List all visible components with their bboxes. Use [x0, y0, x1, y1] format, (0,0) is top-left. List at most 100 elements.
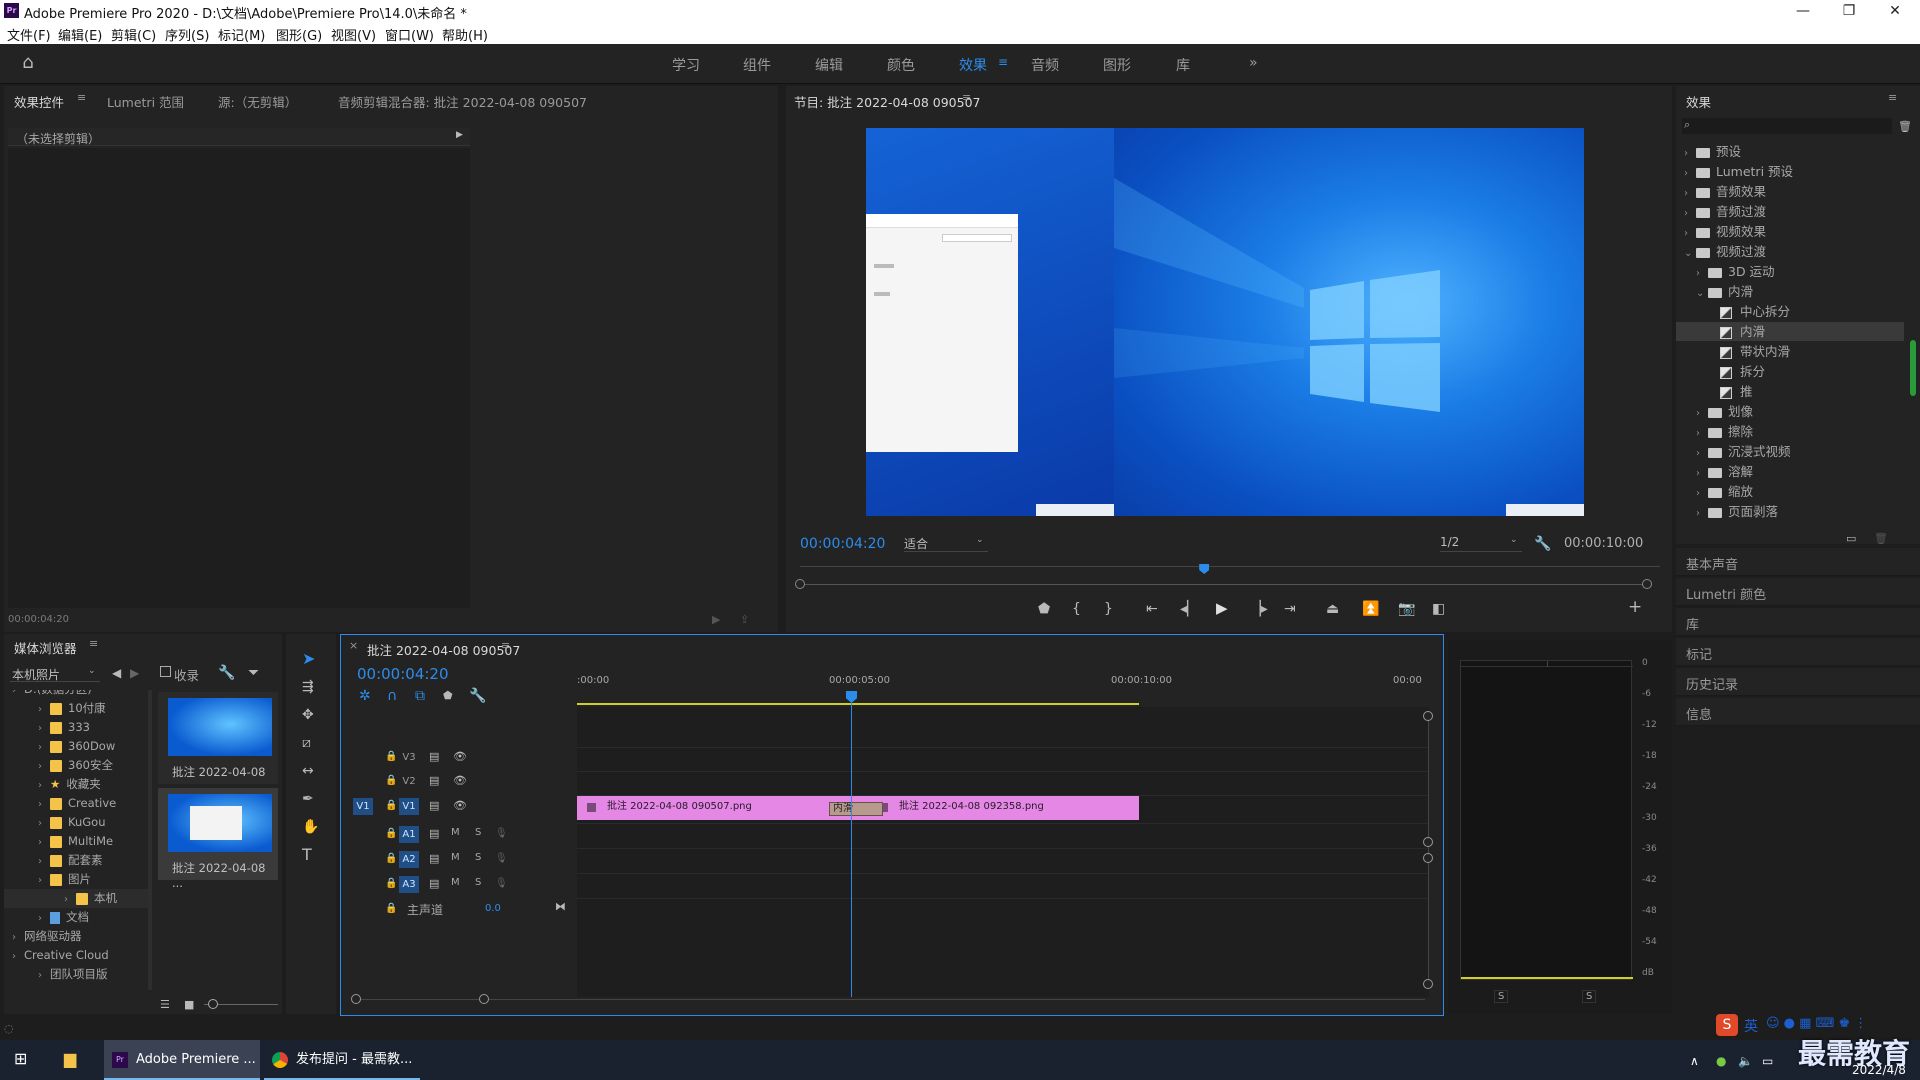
meter-solo-right[interactable]: S	[1582, 990, 1597, 1003]
eye-icon[interactable]: 👁	[453, 774, 467, 788]
network-icon[interactable]: ▭	[1762, 1054, 1773, 1068]
chevron-right-icon[interactable]: ›	[38, 776, 50, 795]
workspace-assembly[interactable]: 组件	[743, 55, 771, 75]
vscroll-handle-bottom[interactable]	[1423, 979, 1433, 989]
effects-item-3[interactable]: › 音频过渡	[1676, 202, 1904, 221]
menu-file[interactable]: 文件(F)	[7, 25, 51, 44]
panel-menu-icon[interactable]: ≡	[89, 637, 98, 650]
fit-dropdown[interactable]: 适合 ⌄	[904, 534, 988, 552]
close-tab-icon[interactable]: ×	[349, 639, 358, 652]
media-tree-item-14[interactable]: › Creative Cloud	[4, 946, 148, 965]
chevron-right-icon[interactable]: ›	[1696, 404, 1708, 423]
solo-button[interactable]: S	[475, 877, 481, 888]
tab-lumetri-scopes[interactable]: Lumetri 范围	[107, 92, 184, 111]
menu-view[interactable]: 视图(V)	[331, 25, 376, 44]
chevron-right-icon[interactable]: ›	[1684, 144, 1696, 163]
timeline-vscroll[interactable]	[1428, 715, 1429, 987]
mark-in-icon[interactable]: {	[1072, 602, 1081, 616]
master-volume-value[interactable]: 0.0	[485, 903, 501, 914]
media-tree-item-5[interactable]: › ★ 收藏夹	[4, 775, 148, 794]
workspace-libraries[interactable]: 库	[1176, 55, 1190, 75]
panel-section-0[interactable]: 基本声音	[1676, 548, 1920, 576]
chevron-right-icon[interactable]: ›	[1684, 204, 1696, 223]
source-patch-v1[interactable]: V1	[353, 798, 373, 815]
vscroll-handle-mid1[interactable]	[1423, 837, 1433, 847]
chevron-right-icon[interactable]: ›	[38, 814, 50, 833]
mark-out-icon[interactable]: }	[1104, 602, 1113, 616]
track-select-tool-icon[interactable]: ⇶	[302, 680, 314, 694]
panel-menu-icon[interactable]: ≡	[501, 639, 510, 652]
track-label-a3[interactable]: A3	[399, 876, 419, 893]
zoom-handle-right[interactable]	[1642, 579, 1652, 589]
effects-item-12[interactable]: 推	[1676, 382, 1904, 401]
taskbar-premiere[interactable]: Pr Adobe Premiere ...	[104, 1040, 260, 1080]
media-tree-item-4[interactable]: › 360安全	[4, 756, 148, 775]
filter-icon[interactable]: ⏷	[248, 666, 259, 680]
program-timecode[interactable]: 00:00:04:20	[800, 536, 885, 552]
media-tree-item-1[interactable]: › 10付康	[4, 699, 148, 718]
ingest-checkbox[interactable]	[160, 666, 171, 677]
step-back-icon[interactable]: ◂▏	[1180, 602, 1198, 616]
workspace-graphics[interactable]: 图形	[1103, 55, 1131, 75]
meter-solo-left[interactable]: S	[1494, 990, 1509, 1003]
volume-icon[interactable]: 🔈	[1738, 1054, 1753, 1068]
effects-item-7[interactable]: ⌄ 内滑	[1676, 282, 1904, 301]
media-thumb-2[interactable]: 批注 2022-04-08 ...	[158, 788, 278, 890]
chevron-right-icon[interactable]: ›	[64, 890, 76, 909]
vscroll-handle-top[interactable]	[1423, 711, 1433, 721]
menu-edit[interactable]: 编辑(E)	[58, 25, 102, 44]
microphone-icon[interactable]: 🎙	[495, 827, 508, 841]
location-dropdown[interactable]: 本机照片 ⌄	[10, 664, 100, 682]
workspace-menu-icon[interactable]: ≡	[998, 55, 1008, 69]
tab-effect-controls[interactable]: 效果控件	[14, 92, 64, 111]
chevron-right-icon[interactable]: ›	[1696, 444, 1708, 463]
chevron-right-icon[interactable]: ›	[38, 738, 50, 757]
chevron-right-icon[interactable]: ›	[1684, 164, 1696, 183]
workspace-editing[interactable]: 编辑	[815, 55, 843, 75]
tab-source[interactable]: 源:（无剪辑）	[218, 92, 297, 111]
home-icon[interactable]: ⌂	[18, 54, 38, 72]
lock-icon[interactable]: 🔒	[385, 750, 397, 764]
media-tree-item-13[interactable]: › 网络驱动器	[4, 927, 148, 946]
lock-icon[interactable]: 🔒	[385, 774, 397, 788]
media-tree-item-3[interactable]: › 360Dow	[4, 737, 148, 756]
media-tree-item-0[interactable]: ›D:(数据分区)	[4, 690, 148, 699]
go-to-out-icon[interactable]: ⇥	[1284, 602, 1296, 616]
back-arrow-icon[interactable]: ◀	[112, 666, 121, 680]
add-marker-icon[interactable]: ⬟	[443, 689, 453, 703]
film-icon[interactable]: ▤	[429, 877, 439, 891]
effects-item-17[interactable]: › 缩放	[1676, 482, 1904, 501]
pen-tool-icon[interactable]: ✒	[302, 792, 314, 806]
track-label-v1[interactable]: V1	[399, 798, 419, 815]
menu-help[interactable]: 帮助(H)	[442, 25, 488, 44]
hscroll-handle-left[interactable]	[351, 994, 361, 1004]
workspace-audio[interactable]: 音频	[1031, 55, 1059, 75]
add-marker-icon[interactable]: ⬟	[1038, 602, 1050, 616]
transition-slide[interactable]: 内滑	[829, 802, 883, 816]
expand-arrow-icon[interactable]: ▶	[456, 130, 463, 140]
effects-item-2[interactable]: › 音频效果	[1676, 182, 1904, 201]
menu-clip[interactable]: 剪辑(C)	[111, 25, 156, 44]
trash-icon[interactable]: 🗑	[1898, 120, 1912, 134]
wrench-icon[interactable]: 🔧	[1534, 537, 1551, 551]
panel-section-2[interactable]: 库	[1676, 608, 1920, 636]
effects-item-11[interactable]: 拆分	[1676, 362, 1904, 381]
panel-menu-icon[interactable]: ≡	[962, 91, 971, 104]
effects-item-1[interactable]: › Lumetri 预设	[1676, 162, 1904, 181]
track-area[interactable]: 批注 2022-04-08 090507.png 批注 2022-04-08 0…	[577, 707, 1429, 997]
effects-item-4[interactable]: › 视频效果	[1676, 222, 1904, 241]
effects-item-6[interactable]: › 3D 运动	[1676, 262, 1904, 281]
track-label-v3[interactable]: V3	[399, 749, 419, 766]
film-icon[interactable]: ▤	[429, 750, 439, 764]
tree-scrollbar[interactable]	[148, 690, 152, 990]
workspace-more-icon[interactable]: »	[1249, 55, 1258, 71]
effects-item-9[interactable]: 内滑	[1676, 322, 1904, 341]
track-label-a2[interactable]: A2	[399, 851, 419, 868]
chevron-right-icon[interactable]: ›	[1696, 424, 1708, 443]
program-ruler[interactable]	[800, 566, 1660, 576]
lock-icon[interactable]: 🔒	[385, 799, 397, 813]
play-only-audio-icon[interactable]: ▶	[712, 613, 720, 627]
windows-start-icon[interactable]: ⊞	[14, 1051, 27, 1067]
timeline-playhead-line[interactable]	[851, 701, 852, 997]
solo-button[interactable]: S	[475, 827, 481, 838]
